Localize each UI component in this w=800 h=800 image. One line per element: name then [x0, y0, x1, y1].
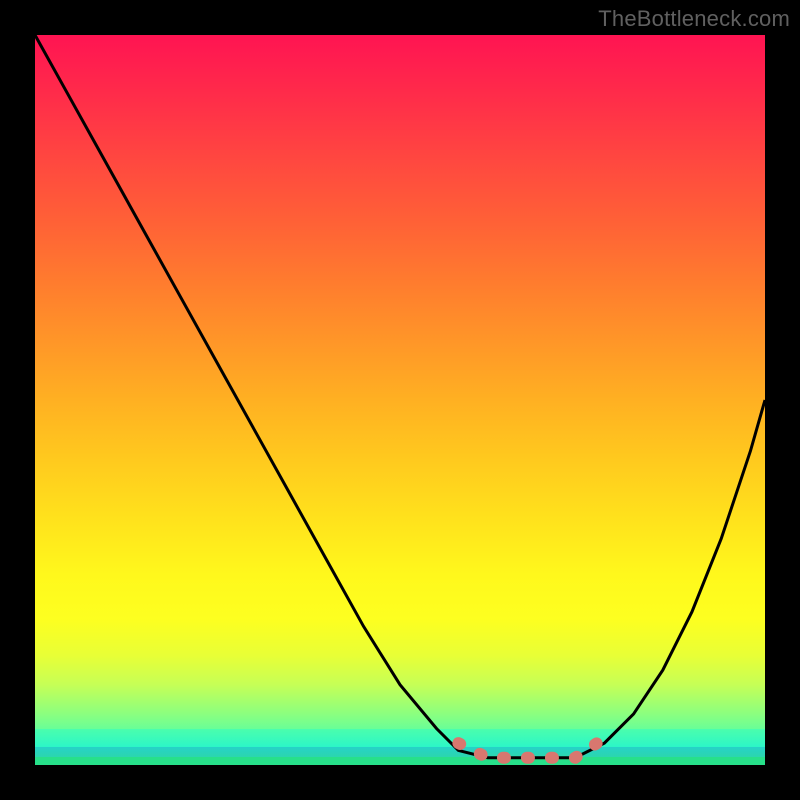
bottleneck-curve [35, 35, 765, 758]
attribution-text: TheBottleneck.com [598, 6, 790, 32]
plot-area [35, 35, 765, 765]
chart-svg [35, 35, 765, 765]
optimal-region-marker [458, 743, 597, 758]
chart-stage: TheBottleneck.com [0, 0, 800, 800]
